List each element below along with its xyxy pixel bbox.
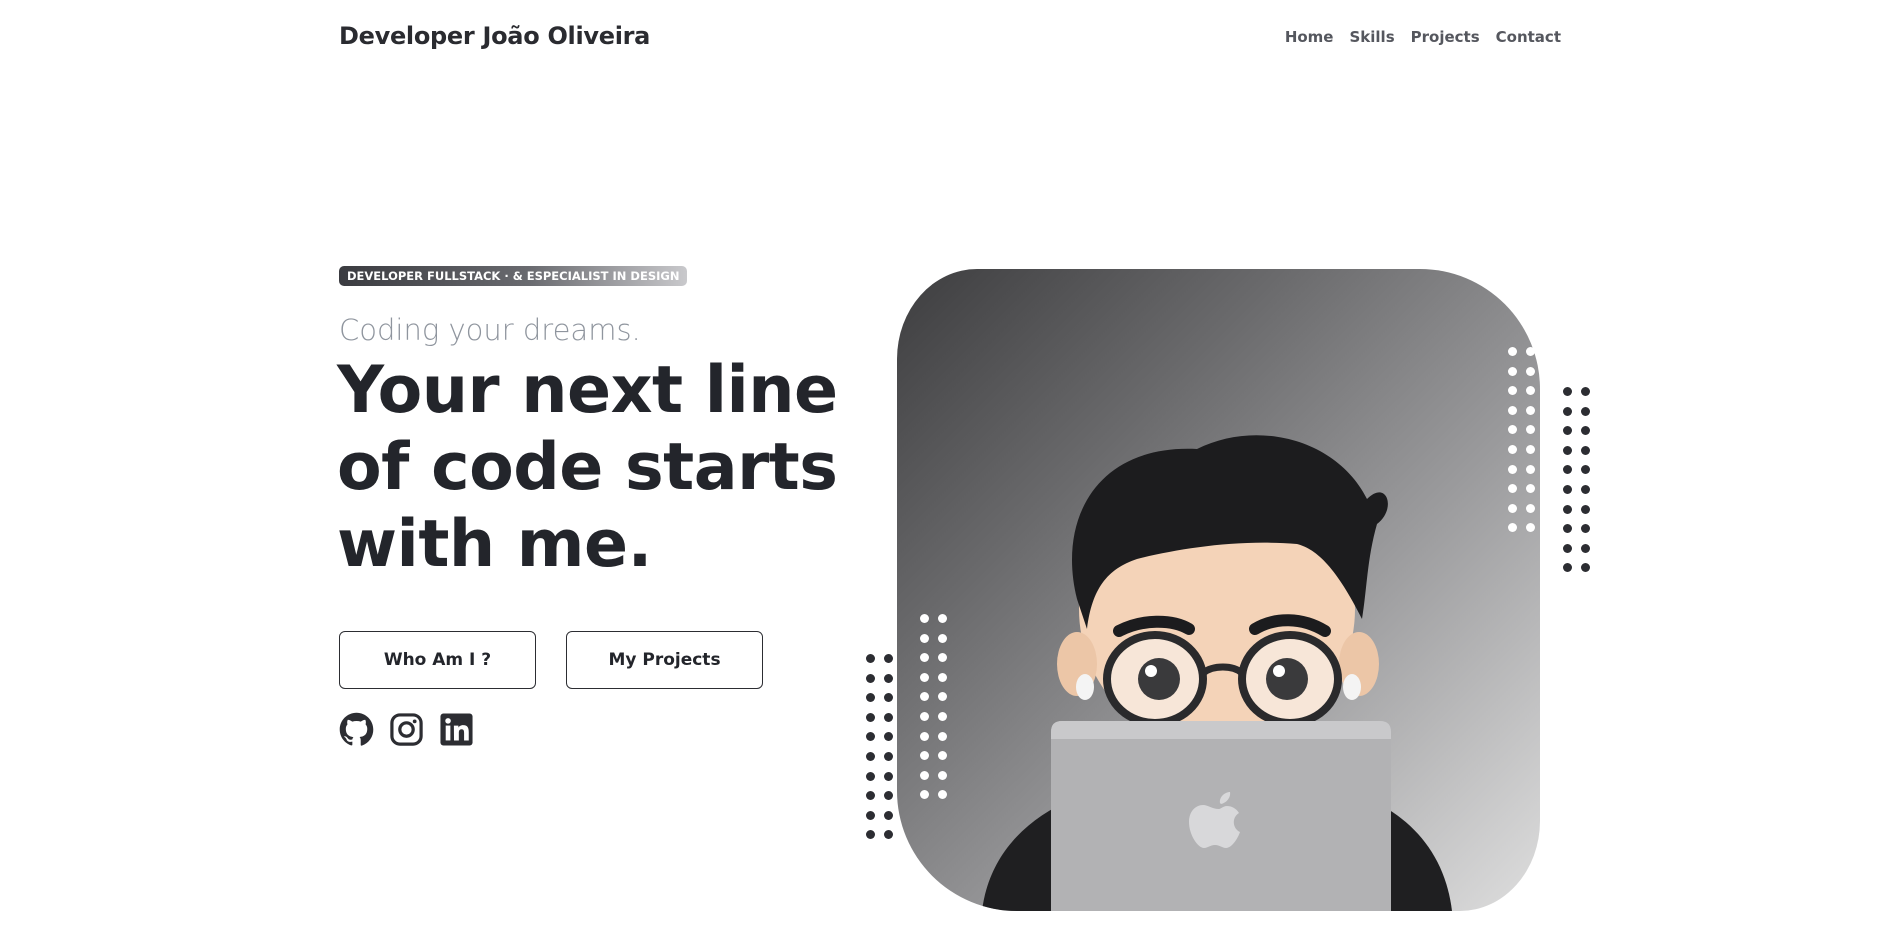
main-nav: Home Skills Projects Contact xyxy=(1285,28,1561,46)
dot xyxy=(1526,405,1535,415)
dot xyxy=(1526,366,1535,376)
hero-headline: Your next line of code starts with me. xyxy=(337,352,857,583)
github-icon[interactable] xyxy=(339,712,374,747)
dot xyxy=(866,752,875,761)
dot xyxy=(1563,445,1572,455)
dot xyxy=(1526,445,1535,454)
dot xyxy=(1508,464,1517,474)
dot xyxy=(866,771,875,781)
dot xyxy=(884,752,893,761)
dot xyxy=(866,654,875,663)
dot xyxy=(1581,387,1590,396)
dot xyxy=(920,712,929,721)
headline-line-3: with me. xyxy=(337,507,652,582)
dot xyxy=(920,731,929,741)
dot xyxy=(920,770,929,780)
role-badge: DEVELOPER FULLSTACK · & ESPECIALIST IN D… xyxy=(339,266,688,286)
avatar-image xyxy=(897,269,1540,911)
dot xyxy=(1563,524,1572,534)
dot xyxy=(938,633,947,643)
dot xyxy=(884,712,893,722)
dot xyxy=(884,732,893,742)
dot xyxy=(1508,503,1517,513)
nav-projects[interactable]: Projects xyxy=(1411,28,1480,46)
headline-line-1: Your next line xyxy=(337,353,838,428)
dot xyxy=(1508,366,1517,376)
hero-subtitle: Coding your dreams. xyxy=(339,313,641,347)
dot xyxy=(1563,406,1572,416)
dot xyxy=(884,791,893,801)
dot xyxy=(938,672,947,682)
dot xyxy=(884,830,893,840)
dot xyxy=(1563,543,1572,553)
dot xyxy=(866,693,875,703)
dot xyxy=(1563,465,1572,475)
dot xyxy=(1581,563,1590,573)
nav-home[interactable]: Home xyxy=(1285,28,1334,46)
dot xyxy=(920,614,929,623)
dot xyxy=(938,731,947,741)
headline-line-2: of code starts xyxy=(337,430,838,505)
dot xyxy=(1526,347,1535,356)
dot xyxy=(1508,347,1517,356)
dot xyxy=(1581,485,1590,494)
dot xyxy=(866,791,875,801)
dot xyxy=(1563,504,1572,514)
dot xyxy=(1526,503,1535,513)
dot xyxy=(920,672,929,682)
dot xyxy=(1581,524,1590,534)
nav-skills[interactable]: Skills xyxy=(1349,28,1394,46)
dot xyxy=(1581,543,1590,553)
dot xyxy=(884,654,893,663)
nav-contact[interactable]: Contact xyxy=(1496,28,1561,46)
dot xyxy=(1508,445,1517,454)
dot xyxy=(938,712,947,721)
dot xyxy=(866,712,875,722)
dot xyxy=(920,633,929,643)
my-projects-button[interactable]: My Projects xyxy=(566,631,763,689)
dot xyxy=(1508,405,1517,415)
dot xyxy=(1581,426,1590,436)
dot xyxy=(866,673,875,683)
linkedin-icon[interactable] xyxy=(439,712,474,747)
dot xyxy=(884,673,893,683)
dot xyxy=(1581,445,1590,455)
dot xyxy=(938,770,947,780)
dot xyxy=(1526,464,1535,474)
dot xyxy=(938,614,947,623)
dot xyxy=(884,810,893,820)
dot xyxy=(866,810,875,820)
who-am-i-button[interactable]: Who Am I ? xyxy=(339,631,536,689)
dot xyxy=(866,830,875,840)
dot xyxy=(884,693,893,703)
dot xyxy=(1563,485,1572,494)
dot xyxy=(884,771,893,781)
dot xyxy=(1563,563,1572,573)
social-links xyxy=(339,712,474,747)
dot xyxy=(1581,406,1590,416)
dot xyxy=(1581,465,1590,475)
dot xyxy=(1563,387,1572,396)
dot xyxy=(1581,504,1590,514)
brand-logo[interactable]: Developer João Oliveira xyxy=(339,22,650,50)
dot xyxy=(866,732,875,742)
instagram-icon[interactable] xyxy=(389,712,424,747)
memoji-illustration xyxy=(982,435,1452,911)
dot xyxy=(1563,426,1572,436)
